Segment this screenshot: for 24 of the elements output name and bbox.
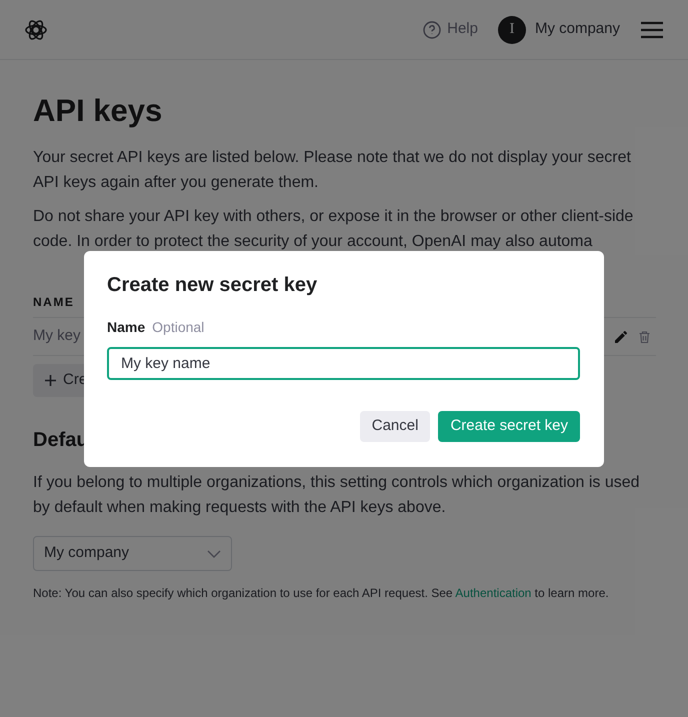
key-name-input[interactable]: My key name [107,347,580,380]
field-label: Name [107,318,146,337]
menu-icon[interactable] [640,20,664,38]
help-icon [423,20,442,38]
key-name-cell-text: My key [33,326,81,346]
help-link[interactable]: Help [423,18,478,41]
logo-icon[interactable] [24,18,48,42]
section-text: If you belong to multiple organizations, this setting controls which organization is used by default when making requests with the API keys above. [33,473,641,518]
cancel-button[interactable]: Cancel [360,411,430,442]
column-header: NAME [33,295,74,309]
org-select[interactable]: My company [33,536,232,571]
create-secret-key-button[interactable]: Create secret key [438,411,580,442]
pencil-icon[interactable] [615,330,627,342]
note-text: Note: You can also specify which organization to use for each API request. See Authentication to learn more. [33,585,610,602]
field-hint: Optional [152,318,204,337]
intro-text: Do not share your API key with others, or expose it in the browser or other client-side code. In order to protect the security of your account, OpenAI may also automa [33,207,634,252]
intro-text: Your secret API keys are listed below. Please note that we do not display your secret API keys again after you generate them. [33,148,632,193]
avatar[interactable]: I [498,16,526,44]
chevron-down-icon [207,550,221,558]
modal-title: Create new secret key [107,273,318,298]
authentication-link[interactable]: Authentication [455,586,532,600]
plus-icon [45,375,56,386]
page-title: API keys [33,92,164,130]
org-name[interactable]: My company [534,18,620,41]
